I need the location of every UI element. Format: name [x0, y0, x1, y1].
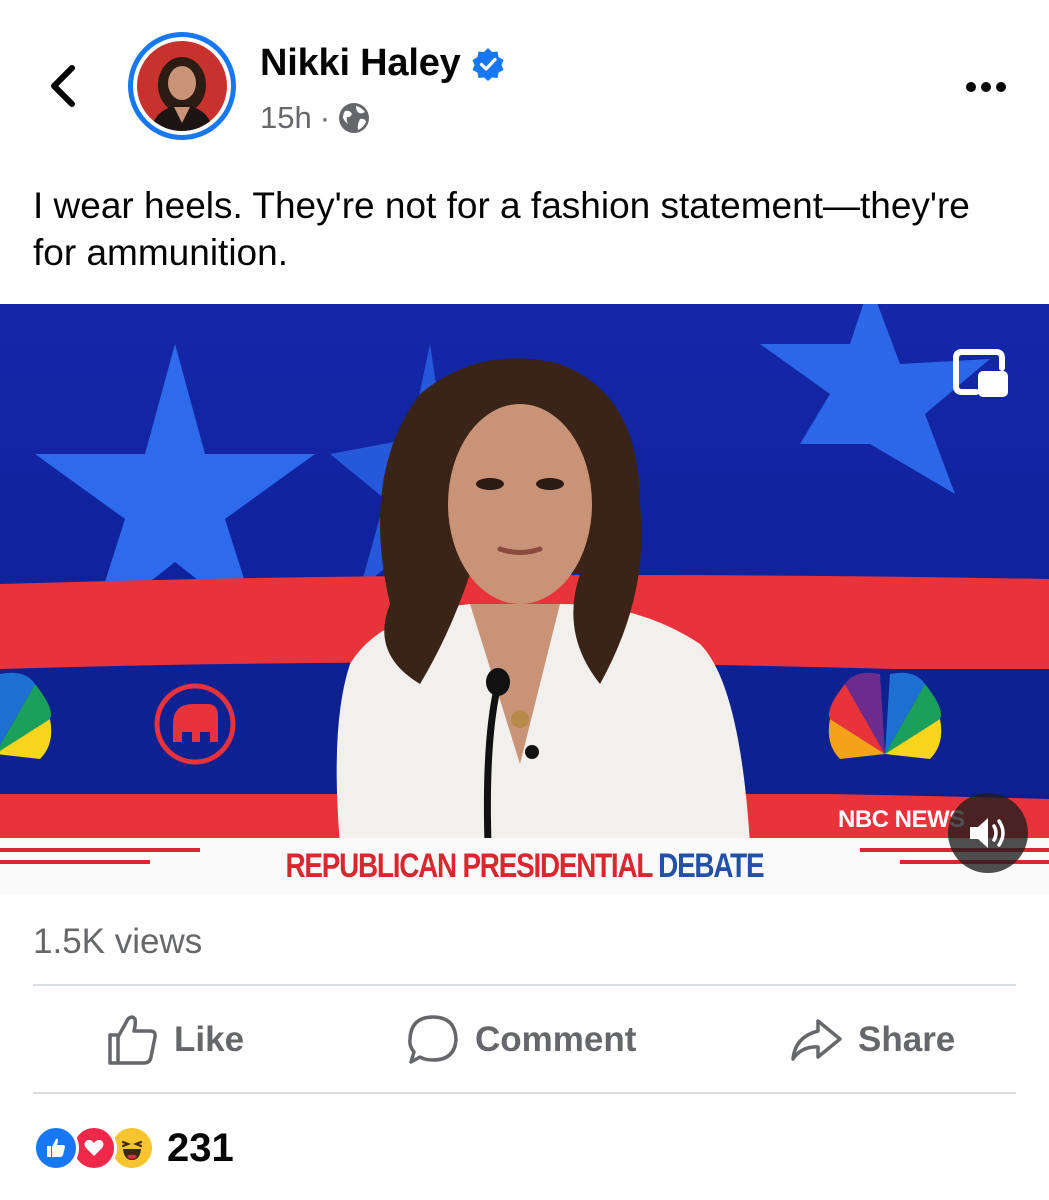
- comment-button[interactable]: Comment: [405, 1008, 636, 1072]
- banner-text-part2: DEBATE: [658, 846, 764, 885]
- post-meta: 15h ·: [260, 100, 370, 136]
- post-time[interactable]: 15h: [260, 100, 312, 136]
- divider: [33, 1092, 1016, 1094]
- debate-banner: REPUBLICAN PRESIDENTIAL DEBATE: [0, 838, 1049, 894]
- banner-stripe: [0, 848, 200, 852]
- more-options-button[interactable]: [958, 70, 1014, 104]
- sound-button[interactable]: [948, 793, 1028, 873]
- more-dot: [981, 82, 991, 92]
- meta-separator: ·: [319, 100, 331, 135]
- author-avatar[interactable]: [128, 32, 236, 140]
- comment-label: Comment: [475, 1020, 637, 1059]
- comment-bubble-icon: [408, 1015, 458, 1064]
- author-name-row[interactable]: Nikki Haley: [260, 42, 505, 85]
- nbc-news-label: NBC NEWS: [838, 806, 965, 833]
- avatar-image: [137, 41, 227, 131]
- back-button[interactable]: [38, 58, 88, 114]
- reaction-count: 231: [167, 1125, 234, 1170]
- author-name[interactable]: Nikki Haley: [260, 42, 461, 85]
- like-button[interactable]: Like: [104, 1008, 244, 1072]
- chevron-left-icon: [51, 65, 75, 107]
- divider: [33, 984, 1016, 986]
- globe-icon: [339, 103, 370, 133]
- speaker-icon: [970, 818, 1005, 848]
- like-reaction-icon: [33, 1125, 79, 1171]
- post-text: I wear heels. They're not for a fashion …: [33, 185, 970, 273]
- like-label: Like: [174, 1020, 245, 1059]
- share-label: Share: [858, 1020, 956, 1059]
- banner-text-part1: REPUBLICAN PRESIDENTIAL: [285, 846, 659, 885]
- thumbs-up-icon: [108, 1015, 157, 1065]
- banner-text: REPUBLICAN PRESIDENTIAL DEBATE: [285, 846, 765, 886]
- picture-in-picture-icon: [953, 349, 1008, 397]
- more-dot: [996, 82, 1006, 92]
- verified-badge-icon: [472, 47, 504, 81]
- picture-in-picture-button[interactable]: [950, 346, 1010, 402]
- banner-stripe: [0, 860, 150, 864]
- view-count: 1.5K views: [33, 922, 203, 961]
- reactions-summary[interactable]: 231: [33, 1124, 234, 1172]
- more-horizontal-icon: [966, 82, 976, 92]
- share-arrow-icon: [791, 1019, 842, 1061]
- share-button[interactable]: Share: [788, 1008, 955, 1072]
